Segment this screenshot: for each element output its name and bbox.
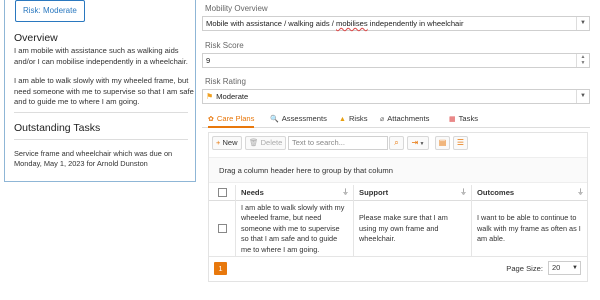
risk-rating-value: Moderate xyxy=(216,92,249,101)
divider xyxy=(14,139,188,140)
mobility-overview-label: Mobility Overview xyxy=(205,4,268,13)
cell-support: Please make sure that I am using my own … xyxy=(353,201,471,257)
risk-rating-select[interactable]: ⚑ Moderate ▼ xyxy=(202,89,590,104)
cell-outcomes: I want to be able to continue to walk wi… xyxy=(471,201,588,257)
risk-score-value: 9 xyxy=(206,56,211,65)
chevron-down-icon[interactable]: ▼ xyxy=(576,90,589,103)
care-plans-icon: ✿ xyxy=(208,116,214,123)
calendar-icon: ▦ xyxy=(449,116,456,123)
tab-label: Assessments xyxy=(281,114,327,123)
tab-care-plans[interactable]: ✿ Care Plans xyxy=(208,111,255,128)
export-icon[interactable]: ⇥ ▼ xyxy=(407,136,429,150)
assessments-icon: 🔍 xyxy=(270,116,279,123)
tab-attachments[interactable]: ⌀ Attachments xyxy=(380,111,429,128)
table-row[interactable]: I am able to walk slowly with my wheeled… xyxy=(209,201,587,257)
summary-panel: Risk: Moderate Overview I am mobile with… xyxy=(4,0,196,182)
row-select-cell xyxy=(209,201,235,257)
column-header-label: Outcomes xyxy=(477,188,515,197)
cell-needs: I am able to walk slowly with my wheeled… xyxy=(235,201,353,257)
select-all-cell xyxy=(209,185,235,201)
column-chooser-icon[interactable]: ▤ xyxy=(435,136,450,150)
chevron-down-icon: ▼ xyxy=(572,265,578,271)
divider xyxy=(14,112,188,113)
tab-bar: ✿ Care Plans 🔍 Assessments ▲ Risks ⌀ Attachm… xyxy=(202,111,590,128)
delete-button[interactable]: 🗑 Delete xyxy=(245,136,287,150)
filter-icon[interactable]: ⏚ xyxy=(460,185,467,200)
new-label: New xyxy=(222,138,238,147)
filter-icon[interactable]: ⏚ xyxy=(342,185,349,200)
chevron-down-icon[interactable]: ▼ xyxy=(576,17,589,30)
mobility-overview-select[interactable]: Mobile with assistance / walking aids / … xyxy=(202,16,590,31)
tab-label: Risks xyxy=(348,114,368,123)
column-header-support[interactable]: Support ⏚ xyxy=(353,185,471,201)
outstanding-tasks-heading: Outstanding Tasks xyxy=(14,122,101,134)
search-icon[interactable]: ⌕ xyxy=(389,136,404,150)
care-plans-grid: + New 🗑 Delete Text to search... ⌕ ⇥ ▼ ▤… xyxy=(208,132,588,282)
page-size-value: 20 xyxy=(552,263,561,272)
page-size-label: Page Size: xyxy=(506,264,543,273)
column-header-outcomes[interactable]: Outcomes ⏚ xyxy=(471,185,588,201)
column-header-label: Support xyxy=(359,188,389,197)
tab-label: Tasks xyxy=(458,114,479,123)
column-header-label: Needs xyxy=(241,188,264,197)
row-checkbox[interactable] xyxy=(218,224,227,233)
risk-score-label: Risk Score xyxy=(205,41,244,50)
overview-heading: Overview xyxy=(14,32,58,44)
trash-icon: 🗑 xyxy=(249,138,259,147)
tab-label: Attachments xyxy=(387,114,430,123)
risk-badge-button[interactable]: Risk: Moderate xyxy=(15,0,85,22)
warning-icon: ▲ xyxy=(339,116,346,123)
tab-risks[interactable]: ▲ Risks xyxy=(339,111,368,128)
filter-row-icon[interactable]: ☰ xyxy=(453,136,468,150)
mobility-value-part: independently in wheelchair xyxy=(367,19,464,28)
column-header-needs[interactable]: Needs ⏚ xyxy=(235,185,353,201)
page-button-current[interactable]: 1 xyxy=(214,262,227,275)
outstanding-task-item: Service frame and wheelchair which was d… xyxy=(14,149,173,168)
tab-assessments[interactable]: 🔍 Assessments xyxy=(270,111,327,128)
group-panel[interactable]: Drag a column header here to group by th… xyxy=(209,157,587,183)
paperclip-icon: ⌀ xyxy=(380,116,385,123)
page-size-select[interactable]: 20 ▼ xyxy=(548,261,581,275)
select-all-checkbox[interactable] xyxy=(218,188,227,197)
plus-icon: + xyxy=(216,138,221,147)
tab-tasks[interactable]: ▦ Tasks xyxy=(449,111,478,128)
pager: 1 Page Size: 20 ▼ xyxy=(209,259,587,281)
new-button[interactable]: + New xyxy=(212,136,242,150)
grid-header: Needs ⏚ Support ⏚ Outcomes ⏚ xyxy=(209,185,587,201)
search-input[interactable]: Text to search... xyxy=(288,136,388,150)
mobility-value-part: Mobile with assistance / walking aids / xyxy=(206,19,336,28)
risk-rating-label: Risk Rating xyxy=(205,77,246,86)
spinner-icon[interactable]: ▲ ▼ xyxy=(576,54,589,67)
risk-score-input[interactable]: 9 ▲ ▼ xyxy=(202,53,590,68)
overview-paragraph-1: I am mobile with assistance such as walk… xyxy=(14,46,188,66)
grid-toolbar: + New 🗑 Delete Text to search... ⌕ ⇥ ▼ ▤… xyxy=(209,133,587,153)
flag-icon: ⚑ xyxy=(206,92,214,101)
delete-label: Delete xyxy=(260,138,283,147)
filter-icon[interactable]: ⏚ xyxy=(577,185,584,200)
tab-label: Care Plans xyxy=(216,114,255,123)
mobility-value-misspelled: mobilises xyxy=(336,19,368,28)
overview-paragraph-2: I am able to walk slowly with my wheeled… xyxy=(14,76,194,106)
